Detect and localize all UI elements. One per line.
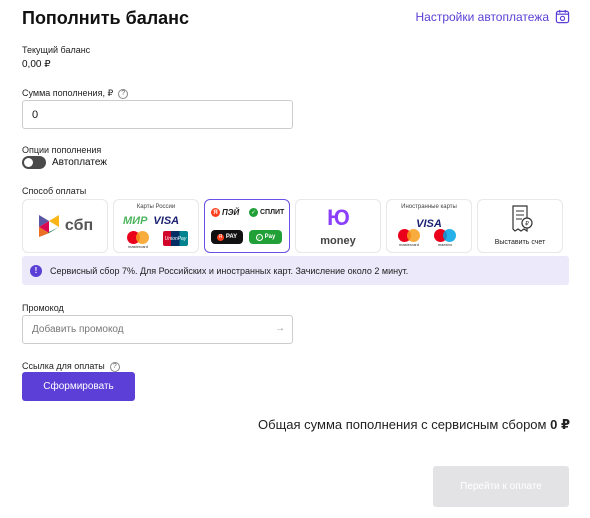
arrow-right-icon[interactable]: → bbox=[275, 323, 285, 334]
sber-icon: ✓ bbox=[255, 233, 263, 241]
proceed-to-payment-button[interactable]: Перейти к оплате bbox=[433, 466, 569, 507]
sberpay-button: ✓ Pay bbox=[249, 230, 282, 244]
total-value: 0 ₽ bbox=[550, 417, 570, 432]
balance-label: Текущий баланс bbox=[22, 45, 91, 55]
total-label: Общая сумма пополнения с сервисным сборо… bbox=[258, 417, 547, 432]
help-icon[interactable]: ? bbox=[118, 88, 129, 99]
mastercard-logo-icon: mastercard bbox=[395, 229, 423, 247]
split-icon: ✓ bbox=[249, 208, 258, 217]
total-amount: Общая сумма пополнения с сервисным сборо… bbox=[258, 417, 570, 433]
invoice-caption: Выставить счет bbox=[494, 239, 546, 246]
yoomoney-text: money bbox=[320, 235, 356, 247]
payment-method-russia-cards[interactable]: Карты России МИР VISA mastercard UnionPa… bbox=[113, 199, 199, 253]
amount-input[interactable] bbox=[22, 100, 293, 129]
service-fee-notice: ! Сервисный сбор 7%. Для Российских и ин… bbox=[22, 256, 569, 285]
promo-input[interactable] bbox=[22, 315, 293, 344]
payment-methods: сбп Карты России МИР VISA mastercard Uni… bbox=[22, 199, 563, 253]
amount-label: Сумма пополнения, ₽? bbox=[22, 88, 129, 99]
foreign-cards-caption: Иностранные карты bbox=[401, 204, 457, 210]
yoomoney-logo-icon: Ю bbox=[327, 205, 350, 230]
yandex-pay-logo: Я ПЭЙ bbox=[211, 208, 239, 217]
page-title: Пополнить баланс bbox=[22, 8, 190, 28]
visa-logo: VISA bbox=[153, 215, 180, 227]
sbp-logo-icon bbox=[38, 215, 59, 237]
split-logo: ✓ СПЛИТ bbox=[249, 208, 285, 217]
generate-link-button[interactable]: Сформировать bbox=[22, 372, 135, 401]
yandex-icon: Я bbox=[211, 208, 220, 217]
calendar-settings-icon bbox=[555, 9, 570, 24]
payment-method-invoice[interactable]: ₽ Выставить счет bbox=[477, 199, 563, 253]
yapay-button: Я PAY bbox=[211, 230, 243, 244]
payment-method-yoomoney[interactable]: Ю money bbox=[295, 199, 381, 253]
payment-link-label: Ссылка для оплаты? bbox=[22, 361, 120, 372]
payment-link-label-text: Ссылка для оплаты bbox=[22, 361, 105, 371]
amount-label-text: Сумма пополнения, ₽ bbox=[22, 88, 114, 98]
mir-logo: МИР bbox=[123, 215, 148, 227]
payment-method-label: Способ оплаты bbox=[22, 186, 87, 196]
mastercard-logo-icon: mastercard bbox=[124, 231, 152, 249]
autopay-label: Автоплатеж bbox=[52, 157, 107, 168]
unionpay-logo: UnionPay bbox=[163, 231, 188, 246]
payment-method-sbp[interactable]: сбп bbox=[22, 199, 108, 253]
options-label: Опции пополнения bbox=[22, 145, 102, 155]
autopay-toggle-row[interactable]: Автоплатеж bbox=[22, 156, 107, 169]
yandex-small-icon: Я bbox=[216, 233, 224, 241]
promo-label: Промокод bbox=[22, 303, 64, 313]
russia-cards-caption: Карты России bbox=[136, 204, 176, 210]
payment-method-foreign-cards[interactable]: Иностранные карты VISA mastercard maestr… bbox=[386, 199, 472, 253]
info-icon: ! bbox=[30, 264, 42, 277]
invoice-icon: ₽ bbox=[512, 205, 533, 233]
svg-text:₽: ₽ bbox=[525, 221, 529, 228]
toggle-knob bbox=[24, 158, 33, 167]
notice-text: Сервисный сбор 7%. Для Российских и инос… bbox=[50, 265, 409, 276]
autopay-settings-label: Настройки автоплатежа bbox=[415, 9, 549, 24]
sbp-text: сбп bbox=[64, 217, 94, 234]
help-icon[interactable]: ? bbox=[109, 361, 120, 372]
maestro-logo-icon: maestro bbox=[431, 229, 459, 247]
autopay-settings-link[interactable]: Настройки автоплатежа bbox=[415, 9, 570, 24]
autopay-toggle[interactable] bbox=[22, 156, 46, 169]
payment-method-yandex[interactable]: Я ПЭЙ ✓ СПЛИТ Я PAY ✓ Pay bbox=[204, 199, 290, 253]
balance-value: 0,00 ₽ bbox=[22, 59, 51, 70]
